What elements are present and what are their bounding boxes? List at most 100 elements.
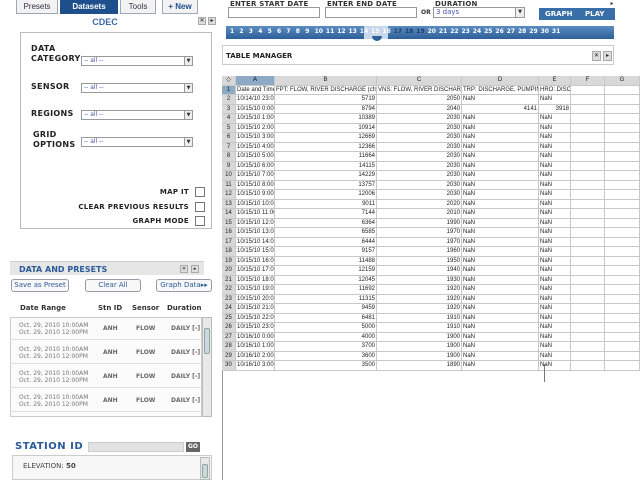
row-number[interactable]: 28 [222, 342, 236, 352]
sheet-cell[interactable]: 1900 [377, 351, 462, 361]
sheet-cell[interactable]: 9157 [275, 247, 377, 257]
sheet-cell[interactable]: 9011 [275, 199, 377, 209]
sheet-cell[interactable]: NaN [539, 294, 571, 304]
sheet-cell[interactable]: 10/16/10 0:00 [236, 332, 275, 342]
sheet-cell[interactable] [571, 104, 605, 114]
sheet-cell[interactable] [571, 142, 605, 152]
sheet-cell[interactable]: NaN [539, 199, 571, 209]
column-header-e[interactable]: E [539, 76, 571, 86]
sheet-cell[interactable]: 5719 [275, 95, 377, 105]
day-4[interactable]: 4 [258, 28, 262, 35]
sheet-cell[interactable]: TRP: DISCHARGE, PUMPING (cfs) [462, 85, 539, 95]
sheet-cell[interactable]: 6481 [275, 313, 377, 323]
row-number[interactable]: 30 [222, 361, 236, 371]
sheet-cell[interactable]: 10/15/10 15:00 [236, 247, 275, 257]
day-7[interactable]: 7 [286, 28, 290, 35]
day-11[interactable]: 11 [326, 28, 334, 35]
sheet-cell[interactable] [605, 361, 640, 371]
sheet-cell[interactable]: 10/16/10 1:00 [236, 342, 275, 352]
sheet-cell[interactable]: 12045 [275, 275, 377, 285]
sheet-cell[interactable]: 11488 [275, 256, 377, 266]
station-id-input[interactable] [88, 442, 184, 452]
sheet-cell[interactable]: 5000 [275, 323, 377, 333]
row-number[interactable]: 22 [222, 285, 236, 295]
collapse-icon[interactable]: ✕ [198, 17, 206, 25]
day-25[interactable]: 25 [484, 28, 492, 35]
sheet-cell[interactable] [605, 133, 640, 143]
sheet-cell[interactable]: NaN [539, 237, 571, 247]
sheet-cell[interactable] [571, 285, 605, 295]
sheet-cell[interactable]: 10/15/10 14:00 [236, 237, 275, 247]
row-number[interactable]: 9 [222, 161, 236, 171]
row-number[interactable]: 26 [222, 323, 236, 333]
sheet-cell[interactable]: NaN [462, 361, 539, 371]
sheet-cell[interactable]: NaN [539, 133, 571, 143]
sheet-cell[interactable]: NaN [539, 266, 571, 276]
sheet-cell[interactable]: FPT: FLOW, RIVER DISCHARGE (cfs) [275, 85, 377, 95]
sheet-cell[interactable]: 12159 [275, 266, 377, 276]
sheet-cell[interactable]: NaN [539, 275, 571, 285]
sheet-cell[interactable]: NaN [462, 304, 539, 314]
sheet-cell[interactable]: 10/15/10 16:00 [236, 256, 275, 266]
row-number[interactable]: 13 [222, 199, 236, 209]
sheet-cell[interactable]: 13757 [275, 180, 377, 190]
sheet-cell[interactable]: 10/14/10 23:00 [236, 95, 275, 105]
column-header-g[interactable]: G [605, 76, 640, 86]
row-number[interactable]: 7 [222, 142, 236, 152]
sheet-cell[interactable]: NaN [462, 180, 539, 190]
row-number[interactable]: 15 [222, 218, 236, 228]
close-icon[interactable]: ✕ [592, 51, 601, 61]
sheet-cell[interactable] [605, 199, 640, 209]
regions-select[interactable]: -- all -- ▼ [81, 110, 193, 120]
sheet-cell[interactable]: NaN [462, 152, 539, 162]
row-number[interactable]: 4 [222, 114, 236, 124]
graph-mode-checkbox[interactable] [195, 216, 205, 226]
sheet-cell[interactable]: 1900 [377, 332, 462, 342]
sheet-cell[interactable]: 2030 [377, 161, 462, 171]
sheet-cell[interactable]: 10/16/10 3:00 [236, 361, 275, 371]
sheet-cell[interactable]: NaN [539, 332, 571, 342]
day-slider-handle[interactable] [372, 36, 382, 41]
sheet-cell[interactable]: NaN [462, 351, 539, 361]
row-number[interactable]: 16 [222, 228, 236, 238]
sheet-cell[interactable]: 10/15/10 5:00 [236, 152, 275, 162]
sheet-cell[interactable] [605, 351, 640, 361]
play-button[interactable]: PLAY [585, 10, 604, 18]
sheet-cell[interactable]: 10/15/10 4:00 [236, 142, 275, 152]
close-icon[interactable]: ✕ [180, 265, 188, 273]
sheet-cell[interactable] [605, 218, 640, 228]
sheet-cell[interactable]: 1910 [377, 313, 462, 323]
sheet-cell[interactable]: 1990 [377, 218, 462, 228]
tab-new[interactable]: + New [162, 0, 198, 14]
day-22[interactable]: 22 [450, 28, 458, 35]
sheet-cell[interactable]: 2040 [377, 104, 462, 114]
sheet-cell[interactable]: 10/15/10 11:00 [236, 209, 275, 219]
sheet-cell[interactable]: 10/15/10 20:00 [236, 294, 275, 304]
expand-arrow-icon[interactable]: ▸ [608, 0, 616, 7]
sheet-cell[interactable]: 2030 [377, 190, 462, 200]
sheet-cell[interactable]: 14115 [275, 161, 377, 171]
sheet-cell[interactable] [605, 247, 640, 257]
sheet-cell[interactable]: 10/15/10 13:00 [236, 228, 275, 238]
sheet-cell[interactable]: 2050 [377, 95, 462, 105]
sheet-cell[interactable]: 1920 [377, 294, 462, 304]
day-12[interactable]: 12 [337, 28, 345, 35]
sheet-cell[interactable] [571, 247, 605, 257]
sheet-cell[interactable]: 2030 [377, 142, 462, 152]
sheet-cell[interactable]: 2010 [377, 209, 462, 219]
sheet-cell[interactable]: 3600 [275, 351, 377, 361]
sheet-cell[interactable] [605, 114, 640, 124]
sheet-cell[interactable]: 14229 [275, 171, 377, 181]
day-3[interactable]: 3 [249, 28, 253, 35]
sheet-cell[interactable]: NaN [462, 133, 539, 143]
sheet-cell[interactable]: NaN [462, 294, 539, 304]
sheet-cell[interactable]: NaN [462, 256, 539, 266]
sheet-cell[interactable]: 10/15/10 9:00 [236, 190, 275, 200]
duration-select[interactable]: 3 days ▼ [433, 7, 525, 18]
sheet-cell[interactable]: NaN [539, 161, 571, 171]
graph-button[interactable]: GRAPH [545, 10, 573, 18]
day-19[interactable]: 19 [416, 28, 424, 35]
sheet-cell[interactable]: 11692 [275, 285, 377, 295]
sheet-cell[interactable]: NaN [462, 123, 539, 133]
sheet-cell[interactable]: 10/15/10 19:00 [236, 285, 275, 295]
